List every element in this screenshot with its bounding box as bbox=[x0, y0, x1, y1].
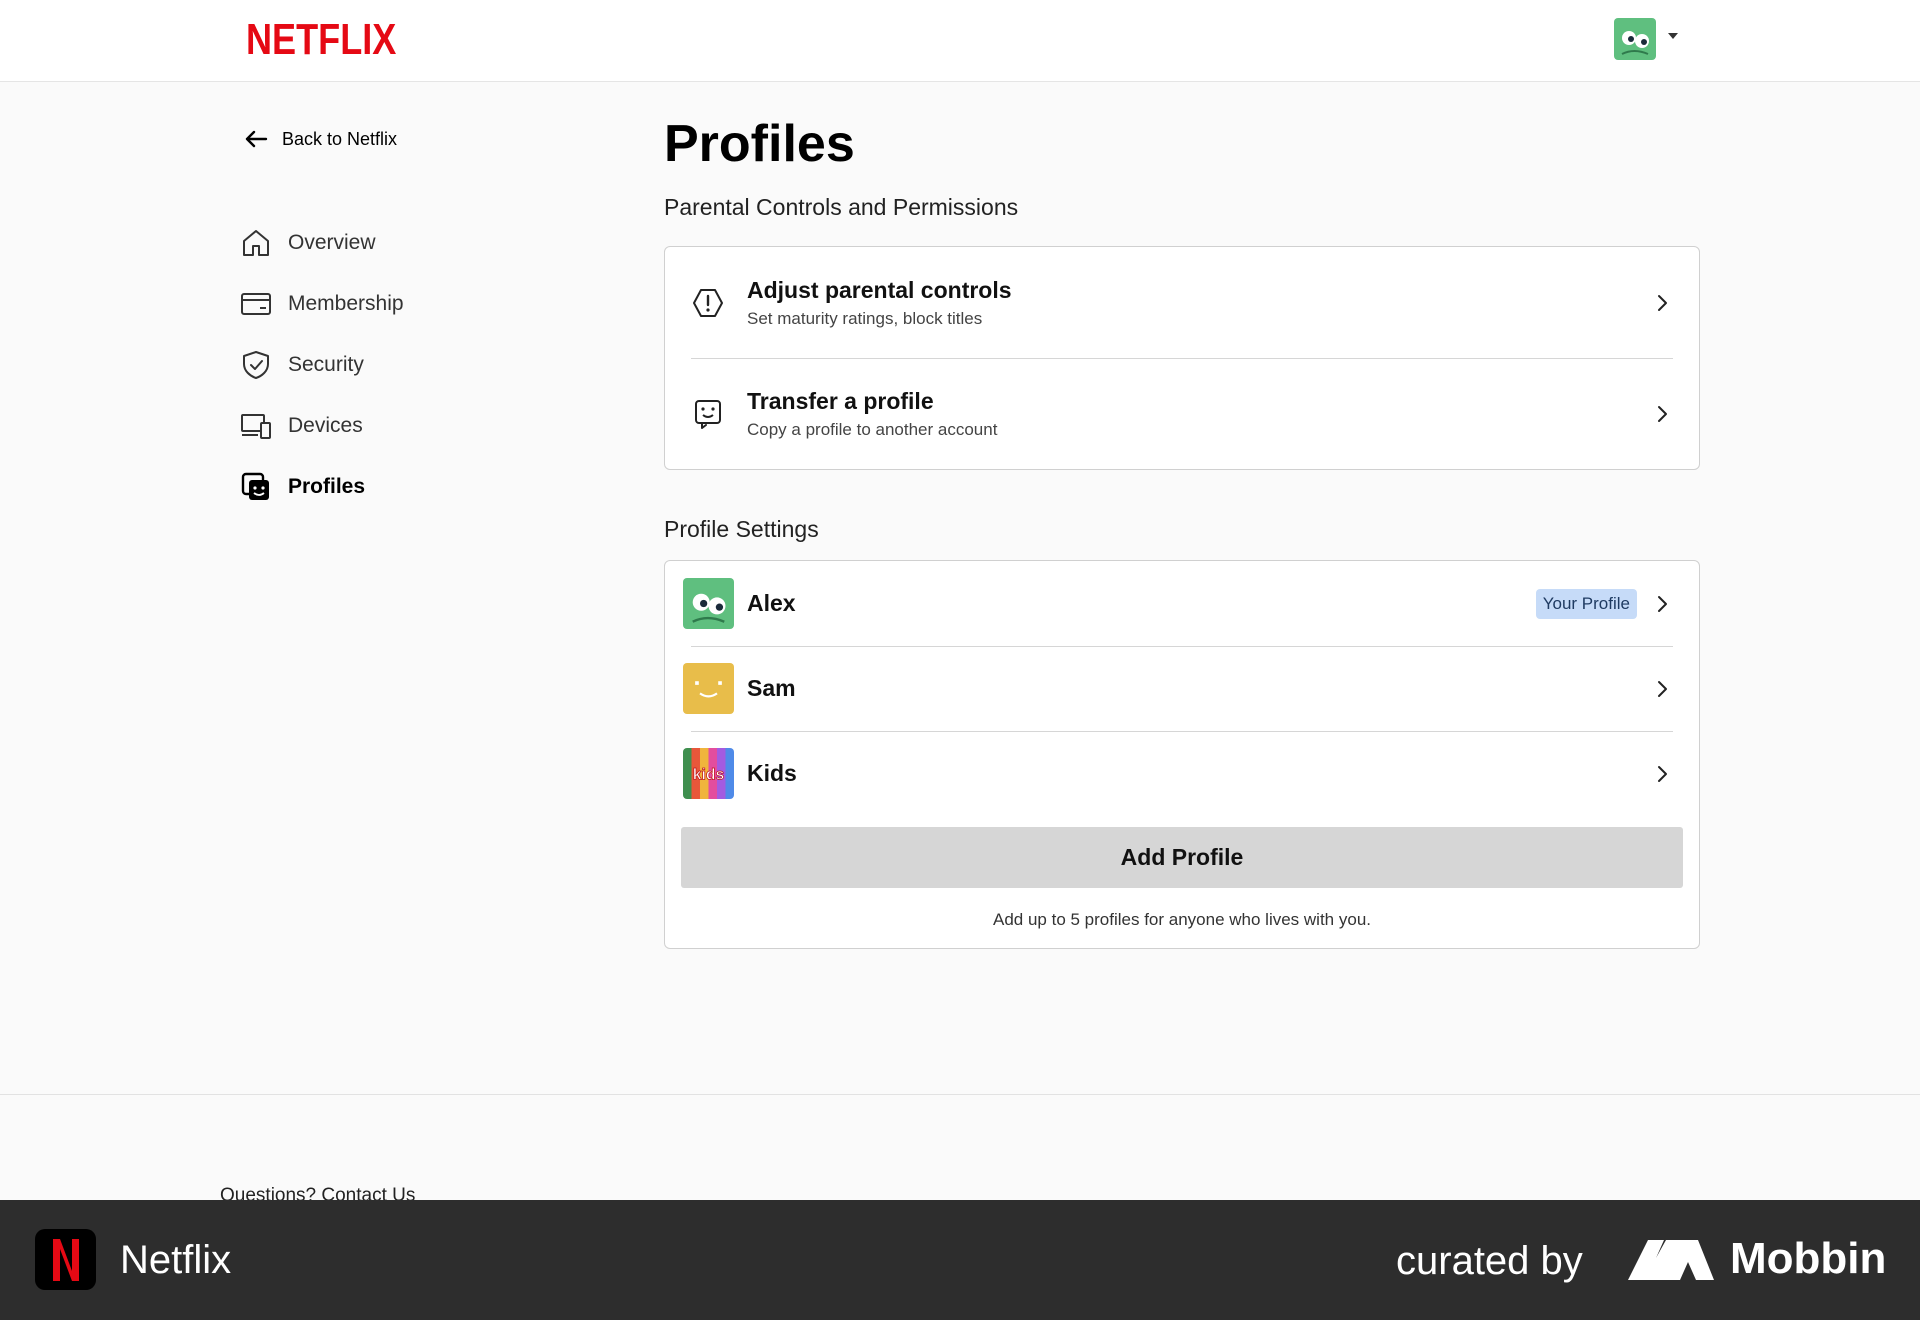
alex-avatar-icon bbox=[1614, 18, 1656, 60]
chevron-right-icon bbox=[1658, 680, 1667, 697]
app-name: Netflix bbox=[120, 1238, 232, 1282]
kids-logo-text: kids bbox=[693, 767, 725, 784]
kids-avatar-icon: kids bbox=[683, 748, 734, 799]
netflix-logo[interactable]: NETFLIX bbox=[246, 18, 396, 62]
sidebar-item-label: Overview bbox=[288, 230, 376, 254]
devices-icon bbox=[241, 413, 271, 439]
add-profile-note: Add up to 5 profiles for anyone who live… bbox=[993, 910, 1371, 929]
profile-name: Alex bbox=[747, 590, 796, 616]
profile-row-alex[interactable]: Alex Your Profile bbox=[665, 561, 1699, 646]
netflix-app-icon bbox=[35, 1229, 96, 1290]
parental-controls-card: Adjust parental controls Set maturity ra… bbox=[664, 246, 1700, 470]
transfer-profile-icon bbox=[695, 399, 721, 429]
arrow-left-icon bbox=[245, 130, 268, 148]
sidebar-item-profiles[interactable]: Profiles bbox=[240, 456, 560, 517]
profile-avatar bbox=[683, 663, 734, 714]
warning-hexagon-icon bbox=[693, 288, 723, 317]
chevron-right-icon bbox=[1658, 294, 1667, 311]
chevron-right-icon bbox=[1658, 765, 1667, 782]
row-title: Transfer a profile bbox=[747, 387, 934, 414]
sidebar-item-label: Profiles bbox=[288, 474, 366, 498]
profile-name: Sam bbox=[747, 675, 796, 701]
mobbin-wordmark: Mobbin bbox=[1730, 1234, 1887, 1283]
profile-avatar: kids bbox=[683, 748, 734, 799]
profile-settings-title: Profile Settings bbox=[664, 516, 819, 542]
curated-by-label: curated by bbox=[1396, 1239, 1583, 1283]
sam-avatar-icon bbox=[683, 663, 734, 714]
alex-avatar-icon bbox=[683, 578, 734, 629]
mobbin-logo-icon bbox=[1628, 1240, 1714, 1280]
account-avatar[interactable] bbox=[1614, 18, 1656, 60]
main-content: Profiles Parental Controls and Permissio… bbox=[664, 110, 1700, 949]
back-to-netflix-link[interactable]: Back to Netflix bbox=[242, 124, 397, 154]
adjust-parental-controls-row[interactable]: Adjust parental controls Set maturity ra… bbox=[665, 247, 1699, 358]
profile-row-kids[interactable]: kids Kids bbox=[665, 731, 1699, 816]
mobbin-attribution-bar: Netflix curated by Mobbin bbox=[0, 1200, 1920, 1320]
back-link-label: Back to Netflix bbox=[282, 128, 398, 149]
your-profile-badge: Your Profile bbox=[1535, 588, 1637, 619]
row-subtitle: Copy a profile to another account bbox=[747, 419, 998, 439]
transfer-profile-row[interactable]: Transfer a profile Copy a profile to ano… bbox=[665, 358, 1699, 469]
profile-settings-card: Alex Your Profile Sam kids Kids Add Prof… bbox=[664, 560, 1700, 949]
shield-icon bbox=[243, 350, 269, 379]
profile-avatar bbox=[683, 578, 734, 629]
chevron-right-icon bbox=[1658, 595, 1667, 612]
sidebar-item-devices[interactable]: Devices bbox=[240, 395, 560, 456]
page-title: Profiles bbox=[664, 115, 855, 173]
profiles-icon bbox=[241, 472, 269, 500]
sidebar-item-membership[interactable]: Membership bbox=[240, 273, 560, 334]
sidebar-item-overview[interactable]: Overview bbox=[240, 212, 560, 273]
sidebar-nav: Overview Membership Security Devices Pro… bbox=[240, 212, 560, 517]
card-icon bbox=[241, 292, 271, 315]
sidebar-item-security[interactable]: Security bbox=[240, 334, 560, 395]
chevron-right-icon bbox=[1658, 405, 1667, 422]
top-header: NETFLIX bbox=[0, 0, 1920, 82]
sidebar-item-label: Security bbox=[288, 352, 364, 376]
row-subtitle: Set maturity ratings, block titles bbox=[747, 308, 983, 328]
footer-divider bbox=[0, 1094, 1920, 1095]
profile-row-sam[interactable]: Sam bbox=[665, 646, 1699, 731]
sidebar-item-label: Membership bbox=[288, 291, 404, 315]
account-dropdown-caret-icon[interactable] bbox=[1668, 33, 1678, 39]
profile-name: Kids bbox=[747, 760, 797, 786]
sidebar-item-label: Devices bbox=[288, 413, 363, 437]
home-icon bbox=[243, 229, 269, 256]
add-profile-button[interactable]: Add Profile bbox=[681, 827, 1683, 888]
parental-section-title: Parental Controls and Permissions bbox=[664, 194, 1019, 220]
netflix-n-icon bbox=[52, 1238, 79, 1281]
row-title: Adjust parental controls bbox=[747, 276, 1012, 303]
